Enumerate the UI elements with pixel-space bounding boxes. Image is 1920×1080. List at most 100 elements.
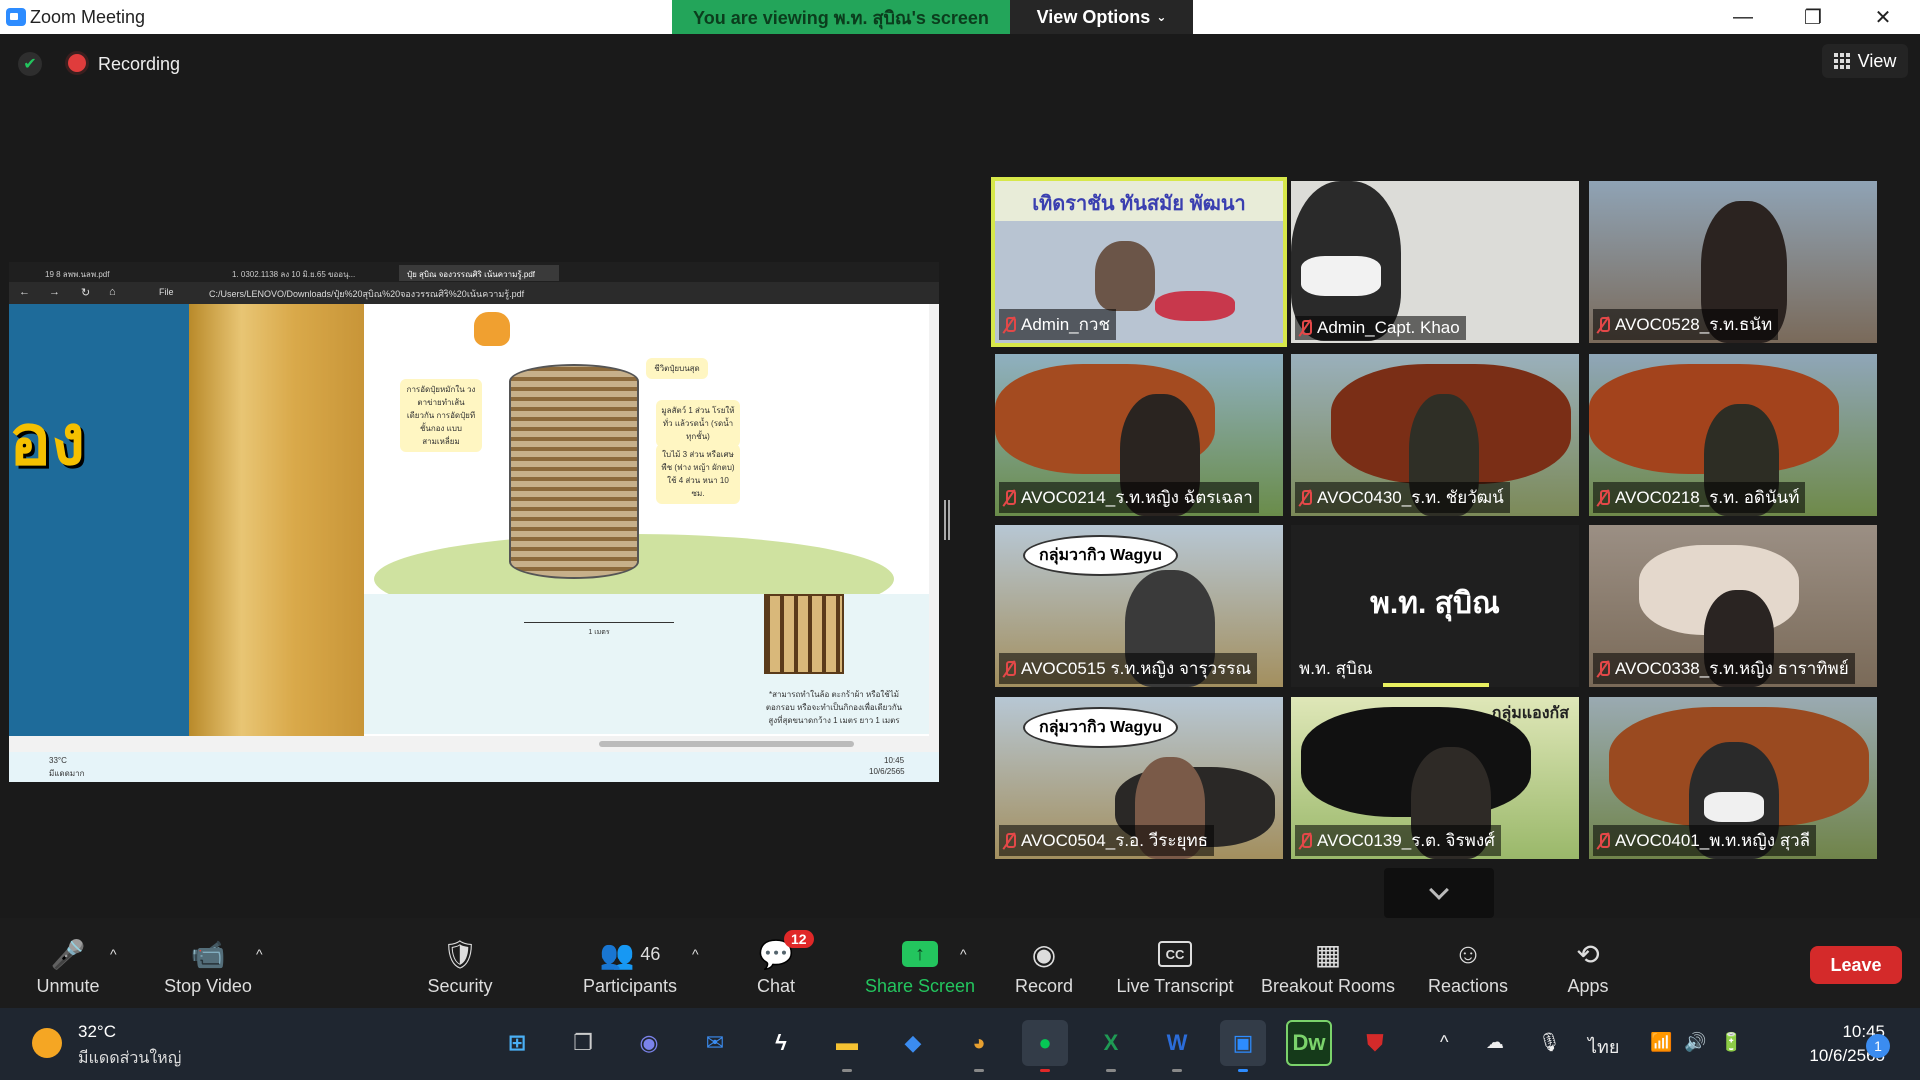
teams-chat-icon[interactable]: ◉ [626, 1020, 672, 1066]
weather-condition[interactable]: มีแดดส่วนใหญ่ [78, 1046, 181, 1071]
muted-mic-icon [1597, 832, 1610, 849]
security-button[interactable]: 🛡 Security [400, 936, 520, 997]
participants-button[interactable]: 👥 46 Participants [560, 936, 700, 997]
participants-options-caret[interactable]: ^ [692, 946, 706, 962]
face-mask [1704, 792, 1764, 822]
word-icon[interactable]: W [1154, 1020, 1200, 1072]
pdf-compost-illustration: การอัดปุ๋ยหมักใน วงตาข่ายทำเส้นเดียวกัน … [364, 304, 929, 736]
browser-tab-strip: 19 8 ลพพ.นลพ.pdf 1. 0302.1138 ลง 10 มิ.ย… [9, 262, 939, 282]
participants-label: Participants [582, 976, 678, 996]
microphone-icon[interactable]: 🎙 [1538, 1032, 1561, 1053]
video-tile[interactable]: กลุ่มวากิว Wagyu AVOC0504_ร.อ. วีระยุทธ [995, 697, 1283, 859]
video-tile-camera-off[interactable]: พ.ท. สุบิณ พ.ท. สุบิณ [1291, 525, 1579, 687]
pdf-horizontal-scrollbar[interactable] [9, 736, 939, 752]
dropbox-icon[interactable]: ◆ [890, 1020, 936, 1066]
share-options-caret[interactable]: ^ [960, 946, 974, 962]
live-transcript-button[interactable]: CC Live Transcript [1110, 936, 1240, 997]
winamp-icon[interactable]: ϟ [758, 1020, 804, 1066]
audio-options-caret[interactable]: ^ [110, 946, 124, 962]
video-tile[interactable]: AVOC0214_ร.ท.หญิง ฉัตรเฉลา [995, 354, 1283, 516]
chat-bubble-icon: 💬 12 [716, 930, 836, 972]
stop-video-button[interactable]: 📹 Stop Video [148, 936, 268, 997]
participant-name: AVOC0528_ร.ท.ธนัท [1615, 315, 1773, 334]
forward-icon[interactable]: → [49, 286, 60, 298]
show-hidden-icons-chevron[interactable]: ^ [1440, 1032, 1448, 1053]
close-button[interactable]: ✕ [1850, 0, 1916, 34]
dreamweaver-icon[interactable]: Dw [1286, 1020, 1332, 1066]
shared-screen[interactable]: 19 8 ลพพ.นลพ.pdf 1. 0302.1138 ลง 10 มิ.ย… [9, 262, 939, 782]
apps-label: Apps [1567, 976, 1609, 996]
breakout-rooms-button[interactable]: ▦ Breakout Rooms [1256, 936, 1400, 997]
file-scheme-label: File [159, 287, 174, 297]
video-tile[interactable]: กลุ่มวากิว Wagyu AVOC0515 ร.ท.หญิง จารุว… [995, 525, 1283, 687]
browser-tab[interactable]: 1. 0302.1138 ลง 10 มิ.ย.65 ขออนุ... [224, 265, 394, 281]
browser-address-bar[interactable]: ← → ↻ ⌂ File C:/Users/LENOVO/Downloads/ป… [9, 282, 939, 304]
running-indicator [1172, 1069, 1182, 1072]
video-tile[interactable]: AVOC0430_ร.ท. ชัยวัฒน์ [1291, 354, 1579, 516]
video-tile[interactable]: AVOC0338_ร.ท.หญิง ธาราทิพย์ [1589, 525, 1877, 687]
watering-can-icon [474, 312, 510, 346]
meeting-toolbar: 🎤 Unmute ^ 📹 Stop Video ^ 🛡 Security 👥 46… [0, 918, 1920, 1008]
battery-icon[interactable]: 🔋 [1720, 1032, 1742, 1053]
video-tile[interactable]: AVOC0401_พ.ท.หญิง สุวลี [1589, 697, 1877, 859]
shield-icon: 🛡 [442, 938, 478, 970]
browser-tab-active[interactable]: ปุ๋ย สุบิณ จองวรรณศิริ เน้นความรู้.pdf [399, 265, 559, 281]
wifi-icon[interactable]: 📶 [1650, 1032, 1672, 1053]
volume-icon[interactable]: 🔊 [1684, 1032, 1706, 1053]
record-button[interactable]: ◉ Record [984, 936, 1104, 997]
participant-name: Admin_กวช [1021, 315, 1111, 334]
input-language[interactable]: ไทย [1588, 1032, 1619, 1061]
pdf-vertical-scrollbar[interactable] [929, 304, 939, 736]
notification-count-badge[interactable]: 1 [1866, 1034, 1890, 1058]
security-label: Security [427, 976, 493, 996]
excel-icon[interactable]: X [1088, 1020, 1134, 1072]
next-page-button[interactable] [1384, 868, 1494, 918]
group-name-bubble: กลุ่มวากิว Wagyu [1023, 535, 1178, 576]
pdf-cover-text: อง [9, 401, 86, 479]
stop-video-label: Stop Video [164, 976, 252, 996]
participants-count: 46 [640, 943, 661, 964]
video-tile[interactable]: AVOC0528_ร.ท.ธนัท [1589, 181, 1877, 343]
participant-name: AVOC0214_ร.ท.หญิง ฉัตรเฉลา [1021, 488, 1253, 507]
video-tile[interactable]: เทิดราชัน ทันสมัย พัฒนา Admin_กวช [991, 177, 1287, 347]
restore-button[interactable]: ❐ [1780, 0, 1846, 34]
mail-icon[interactable]: ✉ [692, 1020, 738, 1066]
security-shield-icon[interactable]: ✔ [18, 52, 42, 76]
view-options-button[interactable]: View Options ⌄ [1010, 0, 1193, 34]
minimize-button[interactable]: — [1710, 0, 1776, 34]
windows-taskbar: 32°C มีแดดส่วนใหญ่ ⊞ ❐ ◉ ✉ ϟ ▬ ◆ ◕ ● X W… [0, 1008, 1920, 1080]
pdf-note: ชีวิตปุ๋ยบนสุด [646, 358, 708, 379]
weather-temp[interactable]: 32°C [78, 1022, 116, 1042]
apps-button[interactable]: ⟲ Apps [1528, 936, 1648, 997]
leave-button[interactable]: Leave [1810, 946, 1902, 984]
back-icon[interactable]: ← [19, 286, 30, 298]
home-icon[interactable]: ⌂ [109, 286, 116, 298]
reactions-button[interactable]: ☺ Reactions [1408, 936, 1528, 997]
video-tile[interactable]: AVOC0218_ร.ท. อดินันท์ [1589, 354, 1877, 516]
view-label: View [1857, 50, 1897, 71]
participant-name: AVOC0218_ร.ท. อดินันท์ [1615, 488, 1800, 507]
browser-tab[interactable]: 19 8 ลพพ.นลพ.pdf [37, 265, 217, 281]
video-tile[interactable]: Admin_Capt. Khao [1291, 181, 1579, 343]
view-button[interactable]: View [1822, 44, 1908, 78]
line-app-icon[interactable]: ● [1022, 1020, 1068, 1072]
video-options-caret[interactable]: ^ [256, 946, 270, 962]
start-windows-icon[interactable]: ⊞ [494, 1020, 540, 1066]
chrome-icon[interactable]: ◕ [956, 1020, 1002, 1072]
mcafee-icon[interactable]: ⛊ [1352, 1020, 1398, 1066]
chat-unread-badge: 12 [784, 930, 814, 948]
task-view-icon[interactable]: ❐ [560, 1020, 606, 1066]
running-indicator [1106, 1069, 1116, 1072]
video-tile[interactable]: กลุ่มแองกัส AVOC0139_ร.ต. จิรพงศ์ [1291, 697, 1579, 859]
panel-resize-handle[interactable] [944, 500, 950, 540]
muted-mic-icon [1597, 316, 1610, 333]
address-url[interactable]: C:/Users/LENOVO/Downloads/ปุ๋ย%20สุบิณ%2… [209, 287, 524, 301]
onedrive-cloud-icon[interactable]: ☁ [1486, 1032, 1504, 1053]
reload-icon[interactable]: ↻ [81, 286, 90, 299]
file-explorer-icon[interactable]: ▬ [824, 1020, 870, 1072]
running-indicator [1238, 1069, 1248, 1072]
zoom-taskbar-icon[interactable]: ▣ [1220, 1020, 1266, 1072]
chat-button[interactable]: 💬 12 Chat [716, 930, 836, 997]
weather-sun-icon[interactable] [32, 1028, 62, 1058]
apps-icon: ⟲ [1576, 938, 1600, 970]
